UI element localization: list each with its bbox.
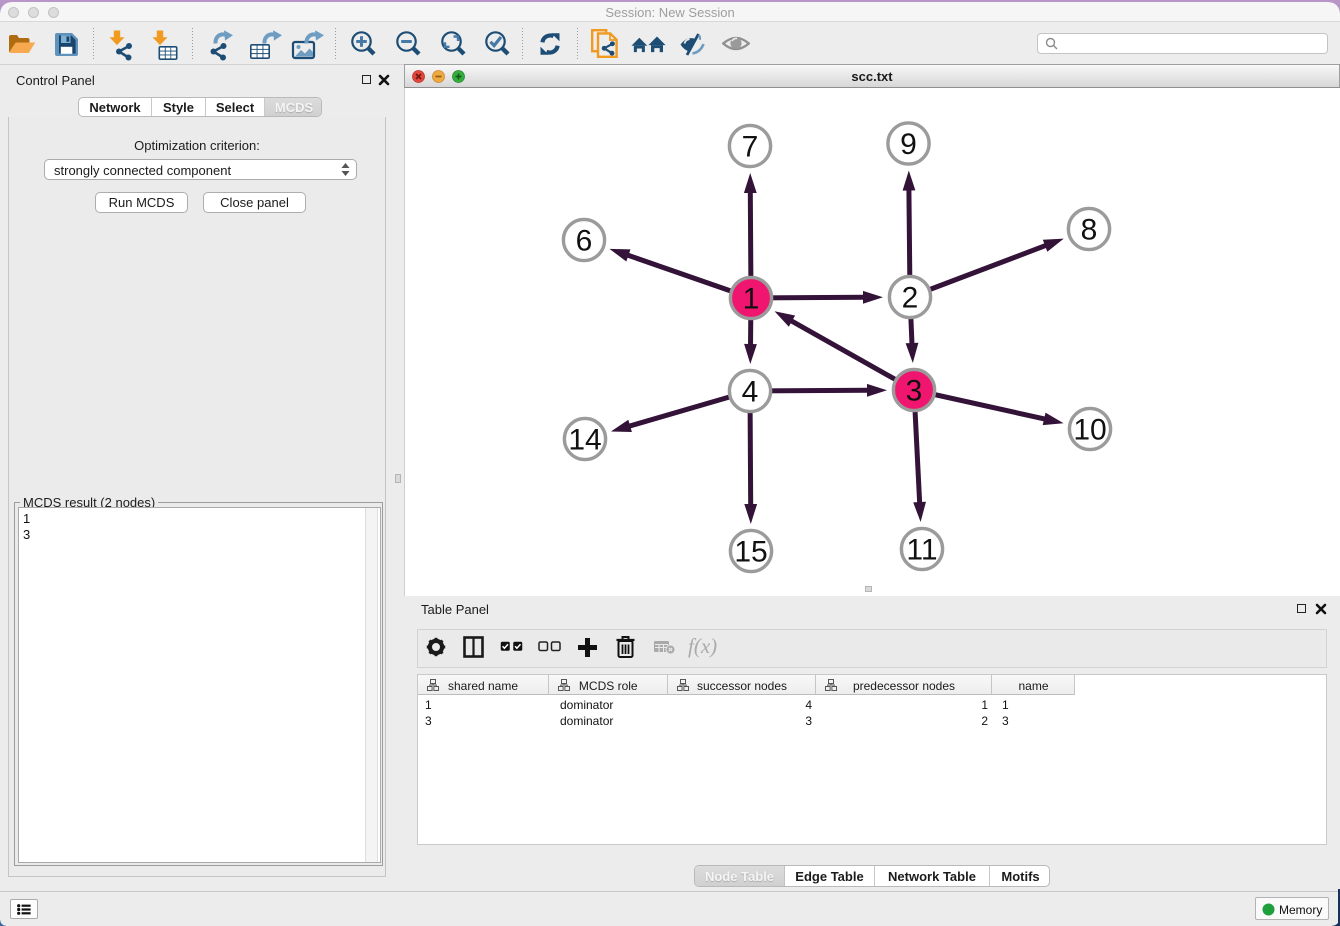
svg-text:14: 14 bbox=[568, 424, 601, 457]
svg-text:15: 15 bbox=[734, 536, 767, 569]
svg-text:3: 3 bbox=[906, 375, 923, 408]
svg-text:1: 1 bbox=[743, 283, 760, 316]
svg-text:6: 6 bbox=[576, 225, 593, 258]
svg-text:10: 10 bbox=[1073, 414, 1106, 447]
svg-text:4: 4 bbox=[742, 376, 759, 409]
svg-text:8: 8 bbox=[1081, 214, 1098, 247]
svg-text:2: 2 bbox=[902, 282, 919, 315]
svg-text:11: 11 bbox=[906, 534, 937, 567]
svg-text:9: 9 bbox=[900, 128, 917, 161]
svg-text:7: 7 bbox=[742, 131, 759, 164]
